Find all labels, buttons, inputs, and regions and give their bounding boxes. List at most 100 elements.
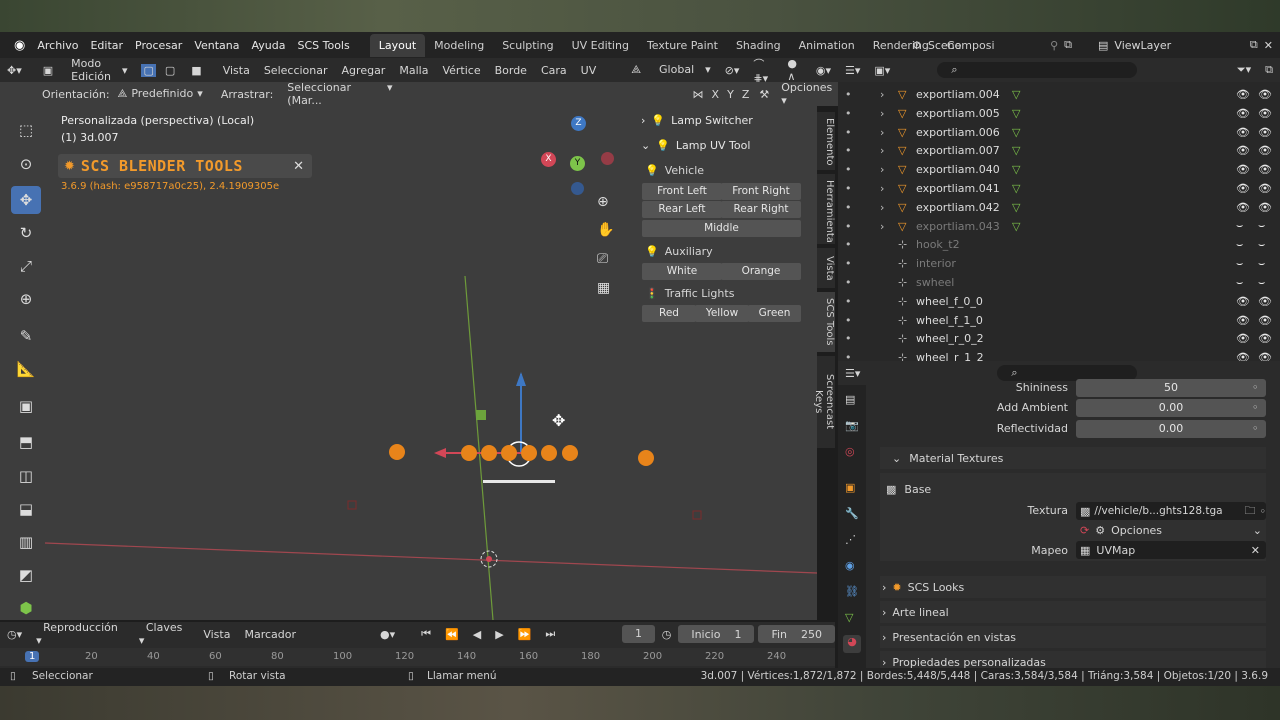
face-select-icon[interactable]: ■ <box>184 64 208 77</box>
uv-map-field[interactable]: ▦ UVMap ✕ <box>1076 541 1266 559</box>
viewport-display-panel[interactable]: › Presentación en vistas <box>880 626 1266 648</box>
camera-visibility-icon[interactable]: 👁 <box>1258 144 1272 157</box>
mirror-icon[interactable]: ⋈ <box>693 88 704 101</box>
scene-selector[interactable]: ⚙ Scene ⚲ ⧉ <box>912 36 1072 54</box>
knife-tool-icon[interactable]: ◩ <box>11 561 41 589</box>
camera-visibility-icon[interactable]: 👁 <box>1258 295 1272 308</box>
wrench-icon[interactable]: ⚒ <box>759 88 769 101</box>
expand-arrow-icon[interactable]: › <box>880 126 884 139</box>
loop-cut-tool-icon[interactable]: ▥ <box>11 528 41 556</box>
playback-menu[interactable]: Reproducción ▾ <box>29 621 132 647</box>
camera-visibility-icon[interactable]: 👁 <box>1258 201 1272 214</box>
jump-end-icon[interactable]: ⏭ <box>538 627 562 641</box>
camera-visibility-icon[interactable]: 👁 <box>1258 126 1272 139</box>
green-button[interactable]: Green <box>748 305 801 322</box>
mode-dropdown[interactable]: ▣ Modo Edición ▾ <box>29 57 135 83</box>
measure-tool-icon[interactable]: 📐 <box>11 355 41 383</box>
hidden-eye-icon[interactable]: ⌣ <box>1236 219 1243 233</box>
keyframe-dot-icon[interactable]: ◦ <box>1260 505 1267 518</box>
outliner-row[interactable]: • › ▽ exportliam.040 ▽ 👁 👁 <box>838 160 1280 179</box>
outliner-row[interactable]: • ⊹ wheel_f_0_0 👁 👁 <box>838 292 1280 311</box>
lamp-switcher-header[interactable]: › 💡 Lamp Switcher <box>641 110 805 130</box>
transform-orientation[interactable]: ⟁ Global ▾ <box>617 63 717 77</box>
vertex-select-icon[interactable]: ▢ <box>141 63 156 77</box>
mesh-data-icon[interactable]: ▽ <box>1012 88 1020 101</box>
pin-icon[interactable]: ⚲ <box>1050 39 1058 52</box>
prev-key-icon[interactable]: ⏪ <box>438 628 466 641</box>
camera-icon[interactable]: ⎚ <box>597 251 608 267</box>
rear-right-button[interactable]: Rear Right <box>721 201 801 218</box>
expand-arrow-icon[interactable]: › <box>880 182 884 195</box>
outliner-row[interactable]: • ⊹ wheel_f_1_0 👁 👁 <box>838 311 1280 330</box>
material-textures-header[interactable]: ⌄ Material Textures <box>880 447 1266 469</box>
eye-icon[interactable]: 👁 <box>1236 126 1250 139</box>
eye-icon[interactable]: 👁 <box>1236 351 1250 361</box>
menu-procesar[interactable]: Procesar <box>129 39 188 52</box>
mirror-y[interactable]: Y <box>727 88 734 101</box>
keyframe-dot-icon[interactable]: ◦ <box>1252 422 1259 435</box>
edge-select-icon[interactable]: ▢ <box>158 64 182 77</box>
play-reverse-icon[interactable]: ◀ <box>466 628 488 641</box>
visibility-dot-icon[interactable]: • <box>845 163 852 176</box>
camera-visibility-icon[interactable]: 👁 <box>1258 107 1272 120</box>
physics-tab-icon[interactable]: ◉ <box>845 559 855 572</box>
tab-screencast-keys[interactable]: Screencast Keys <box>813 356 835 448</box>
add-ambient-field[interactable]: 0.00 <box>1076 399 1266 417</box>
gizmo-y-ball[interactable]: Y <box>570 156 585 171</box>
filter-icon[interactable]: ⏷▾ <box>1230 63 1258 77</box>
zoom-icon[interactable]: ⊕ <box>597 194 609 210</box>
visibility-dot-icon[interactable]: • <box>845 351 852 361</box>
end-frame-field[interactable]: Fin 250 <box>758 625 835 643</box>
white-button[interactable]: White <box>642 263 722 280</box>
new-viewlayer-icon[interactable]: ⧉ <box>1250 38 1258 52</box>
camera-visibility-icon[interactable]: 👁 <box>1258 351 1272 361</box>
camera-visibility-icon[interactable]: 👁 <box>1258 182 1272 195</box>
visibility-dot-icon[interactable]: • <box>845 201 852 214</box>
marker-menu[interactable]: Marcador <box>237 628 303 641</box>
outliner-row[interactable]: • › ▽ exportliam.004 ▽ 👁 👁 <box>838 85 1280 104</box>
options-dropdown[interactable]: Opciones ▾ <box>781 81 838 107</box>
mirror-x[interactable]: X <box>712 88 720 101</box>
outliner-search[interactable]: ⌕ <box>937 62 1138 78</box>
keyframe-dot-icon[interactable]: ◦ <box>1252 381 1259 394</box>
timeline-editor-icon[interactable]: ◷▾ <box>0 628 29 641</box>
mesh-data-icon[interactable]: ▽ <box>1012 163 1020 176</box>
eye-icon[interactable]: 👁 <box>1236 163 1250 176</box>
keys-menu[interactable]: Claves ▾ <box>132 621 197 647</box>
pivot-icon[interactable]: ⊘▾ <box>718 64 747 77</box>
expand-arrow-icon[interactable]: › <box>880 107 884 120</box>
eye-icon[interactable]: 👁 <box>1236 332 1250 345</box>
eye-icon[interactable]: 👁 <box>1236 295 1250 308</box>
expand-arrow-icon[interactable]: › <box>880 201 884 214</box>
folder-icon[interactable]: 🗀 <box>1245 502 1256 521</box>
visibility-dot-icon[interactable]: • <box>845 88 852 101</box>
blender-logo-icon[interactable]: ◉ <box>8 38 31 53</box>
clock-icon[interactable]: ◷ <box>655 628 679 641</box>
tab-vista[interactable]: Vista <box>817 248 835 288</box>
gizmo-neg-x-ball[interactable] <box>601 152 614 165</box>
annotate-tool-icon[interactable]: ✎ <box>11 322 41 350</box>
outliner-row[interactable]: • ⊹ hook_t2 ⌣ ⌣ <box>838 235 1280 254</box>
eye-icon[interactable]: 👁 <box>1236 107 1250 120</box>
constraints-tab-icon[interactable]: ⛓ <box>845 585 859 598</box>
hidden-eye-icon[interactable]: ⌣ <box>1236 257 1243 271</box>
mesh-data-icon[interactable]: ▽ <box>1012 107 1020 120</box>
object-tab-icon[interactable]: ▣ <box>845 481 855 494</box>
record-icon[interactable]: ●▾ <box>373 628 402 641</box>
menu-cara[interactable]: Cara <box>534 64 574 77</box>
extrude-tool-icon[interactable]: ⬒ <box>11 428 41 456</box>
mesh-data-icon[interactable]: ▽ <box>1012 220 1020 233</box>
next-key-icon[interactable]: ⏩ <box>511 628 539 641</box>
inset-tool-icon[interactable]: ◫ <box>11 462 41 490</box>
camera-visibility-icon[interactable]: 👁 <box>1258 314 1272 327</box>
menu-malla[interactable]: Malla <box>392 64 435 77</box>
pan-hand-icon[interactable]: ✋ <box>597 222 614 238</box>
eye-icon[interactable]: 👁 <box>1236 144 1250 157</box>
lamp-uv-tool-header[interactable]: ⌄ 💡 Lamp UV Tool <box>641 135 805 155</box>
tab-modeling[interactable]: Modeling <box>425 34 493 57</box>
timeline-ruler[interactable]: 1 20 40 60 80 100 120 140 160 180 200 220 240 <box>0 648 835 666</box>
tab-herramienta[interactable]: Herramienta <box>817 174 835 244</box>
tab-scs-tools[interactable]: SCS Tools <box>817 292 835 352</box>
tool-tab-icon[interactable]: ▤ <box>845 393 855 406</box>
keyframe-dot-icon[interactable]: ◦ <box>1252 401 1259 414</box>
